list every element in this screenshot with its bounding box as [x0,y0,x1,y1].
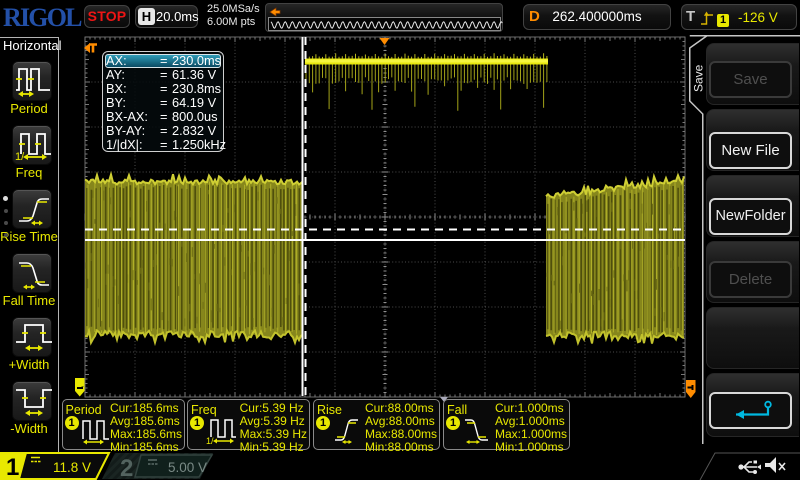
svg-text:11.8 V: 11.8 V [53,460,91,475]
svg-text:Save: Save [692,64,706,92]
svg-text:2: 2 [120,455,133,480]
svg-text:1/: 1/ [206,436,214,445]
svg-text:5.00 V: 5.00 V [168,460,207,475]
svg-text:1: 1 [6,454,19,480]
